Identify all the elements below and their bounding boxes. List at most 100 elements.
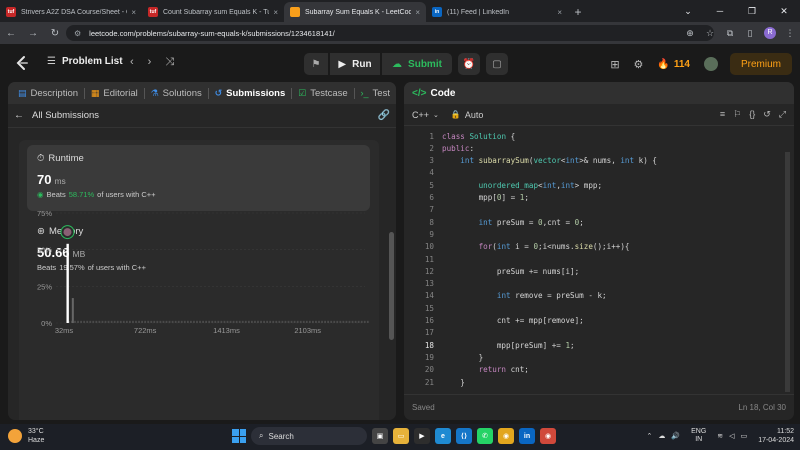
code-line[interactable]: 6 mpp[0] = 1; [404,192,528,204]
tab-solutions[interactable]: ⚗ Solutions [145,88,208,99]
back-arrow-icon[interactable]: ← [14,110,24,121]
expand-icon[interactable]: ⤢ [779,109,786,120]
code-scrollbar[interactable] [785,152,790,392]
vscode-icon[interactable]: ⟨⟩ [456,428,472,444]
code-line[interactable]: 11 [404,253,434,265]
settings-gear-icon[interactable]: ⚙ [634,58,644,71]
media-icon[interactable]: ▶ [414,428,430,444]
submit-button[interactable]: ☁ Submit [382,53,452,75]
linkedin-icon[interactable]: in [519,428,535,444]
reload-icon[interactable]: ↻ [44,22,66,44]
code-line[interactable]: 15 [404,302,434,314]
browser-menu-icon[interactable]: ⋮ [780,28,800,39]
language-indicator[interactable]: ENG IN [691,428,706,444]
prev-problem-icon[interactable]: ‹ [130,56,134,69]
code-line[interactable]: 14 int remove = preSum - k; [404,290,607,302]
clock[interactable]: 11:52 17-04-2024 [758,427,794,445]
volume-icon[interactable]: 🔊 [671,432,680,440]
language-select[interactable]: C++ ⌄ [412,110,439,120]
code-line[interactable]: 12 preSum += nums[i]; [404,265,579,277]
problem-list-button[interactable]: ☰ Problem List [47,56,123,67]
code-line[interactable]: 21 } [404,376,465,388]
code-line[interactable]: 9 [404,228,434,240]
file-explorer-icon[interactable]: ▭ [393,428,409,444]
code-line[interactable]: 18 mpp[preSum] += 1; [404,339,575,351]
extensions-icon[interactable]: ⧉ [720,28,740,39]
new-tab-button[interactable]: + [568,2,588,22]
auto-mode-toggle[interactable]: 🔒 Auto [451,110,483,120]
code-line[interactable]: 2 public: [404,142,474,154]
forward-arrow-icon[interactable]: → [22,22,44,44]
tab-description[interactable]: ▤ Description [12,88,84,99]
chrome-icon[interactable]: ◉ [498,428,514,444]
all-submissions-bar[interactable]: ← All Submissions 🔗 [8,104,396,128]
runtime-card[interactable]: ⏱ Runtime 70 ms ◉ Beats 58.71% of users w… [27,145,370,211]
taskview-icon[interactable]: ▣ [372,428,388,444]
streak-counter[interactable]: 🔥 114 [657,59,690,70]
browser-tab[interactable]: tuf Count Subarray sum Equals K - Tu × [142,2,284,22]
left-scrollbar[interactable] [389,232,394,340]
battery-icon[interactable]: ▭ [741,432,748,440]
tab-close-icon[interactable]: × [131,8,136,17]
bookmark-icon[interactable]: ⚐ [733,109,741,120]
browser-tab[interactable]: tuf Strivers A2Z DSA Course/Sheet - C × [0,2,142,22]
tray-chevron-icon[interactable]: ⌃ [647,432,653,440]
taskbar-search[interactable]: ⌕ Search [251,427,367,445]
code-line[interactable]: 4 [404,167,434,179]
tab-close-icon[interactable]: × [557,8,562,17]
leetcode-logo-icon[interactable] [14,55,30,71]
profile-avatar[interactable]: R [764,27,776,39]
code-line[interactable]: 8 int preSum = 0,cnt = 0; [404,216,583,228]
tab-close-icon[interactable]: × [415,8,420,17]
bookmark-star-icon[interactable]: ☆ [700,28,720,39]
url-field[interactable]: ⚙ leetcode.com/problems/subarray-sum-equ… [66,25,714,41]
code-line[interactable]: 1 class Solution { [404,130,515,142]
format-icon[interactable]: ≡ [720,109,725,120]
speaker-icon[interactable]: ◁ [729,432,734,440]
timer-button[interactable]: ⏰ [458,53,480,75]
user-avatar[interactable] [704,57,718,71]
next-problem-icon[interactable]: › [148,56,152,69]
share-link-icon[interactable]: 🔗 [378,110,390,121]
layout-grid-icon[interactable]: ⊞ [610,58,619,71]
reset-icon[interactable]: ↺ [763,109,771,120]
code-line[interactable]: 10 for(int i = 0;i<nums.size();i++){ [404,241,630,253]
browser-tab[interactable]: Subarray Sum Equals K - LeetCode × [284,2,426,22]
chrome-active-icon[interactable]: ◉ [540,428,556,444]
browser-tab[interactable]: in (11) Feed | LinkedIn × [426,2,568,22]
cloud-icon[interactable]: ☁ [658,432,665,440]
code-line[interactable]: 5 unordered_map<int,int> mpp; [404,179,602,191]
notes-button[interactable]: ▢ [486,53,508,75]
sidebar-icon[interactable]: ▯ [740,28,760,39]
weather-widget[interactable]: 33°C Haze [8,427,44,445]
code-line[interactable]: 20 return cnt; [404,364,529,376]
tab-testcase[interactable]: ☑ Testcase [292,88,354,99]
site-info-icon[interactable]: ⚙ [74,29,81,38]
whatsapp-icon[interactable]: ✆ [477,428,493,444]
braces-icon[interactable]: {} [749,109,755,120]
zoom-icon[interactable]: ⊕ [680,28,700,39]
tab-submissions[interactable]: ↺ Submissions [209,88,292,99]
close-window-button[interactable]: ✕ [768,0,800,22]
wifi-icon[interactable]: ≋ [717,432,723,440]
windows-start-icon[interactable] [232,429,246,443]
debug-button[interactable]: ⚑ [304,53,328,75]
tab-close-icon[interactable]: × [273,8,278,17]
code-editor[interactable]: 1 class Solution {2 public: 3 int subarrayS… [404,130,794,392]
code-line[interactable]: 3 int subarraySum(vector<int>& nums, int… [404,155,657,167]
code-line[interactable]: 17 [404,327,434,339]
run-button[interactable]: ▶ Run [330,53,380,75]
code-line[interactable]: 13 [404,278,434,290]
tab-test[interactable]: ›_ Test [355,88,396,99]
maximize-button[interactable]: ❐ [736,0,768,22]
code-line[interactable]: 7 [404,204,434,216]
code-tab[interactable]: </> Code [404,82,794,104]
code-line[interactable]: 19 } [404,351,483,363]
shuffle-icon[interactable]: ⤨ [165,56,174,69]
tab-search-icon[interactable]: ⌄ [672,0,704,22]
minimize-button[interactable]: ─ [704,0,736,22]
premium-button[interactable]: Premium [730,53,792,75]
code-line[interactable]: 16 cnt += mpp[remove]; [404,315,584,327]
back-arrow-icon[interactable]: ← [0,22,22,44]
tab-editorial[interactable]: ▦ Editorial [85,88,144,99]
